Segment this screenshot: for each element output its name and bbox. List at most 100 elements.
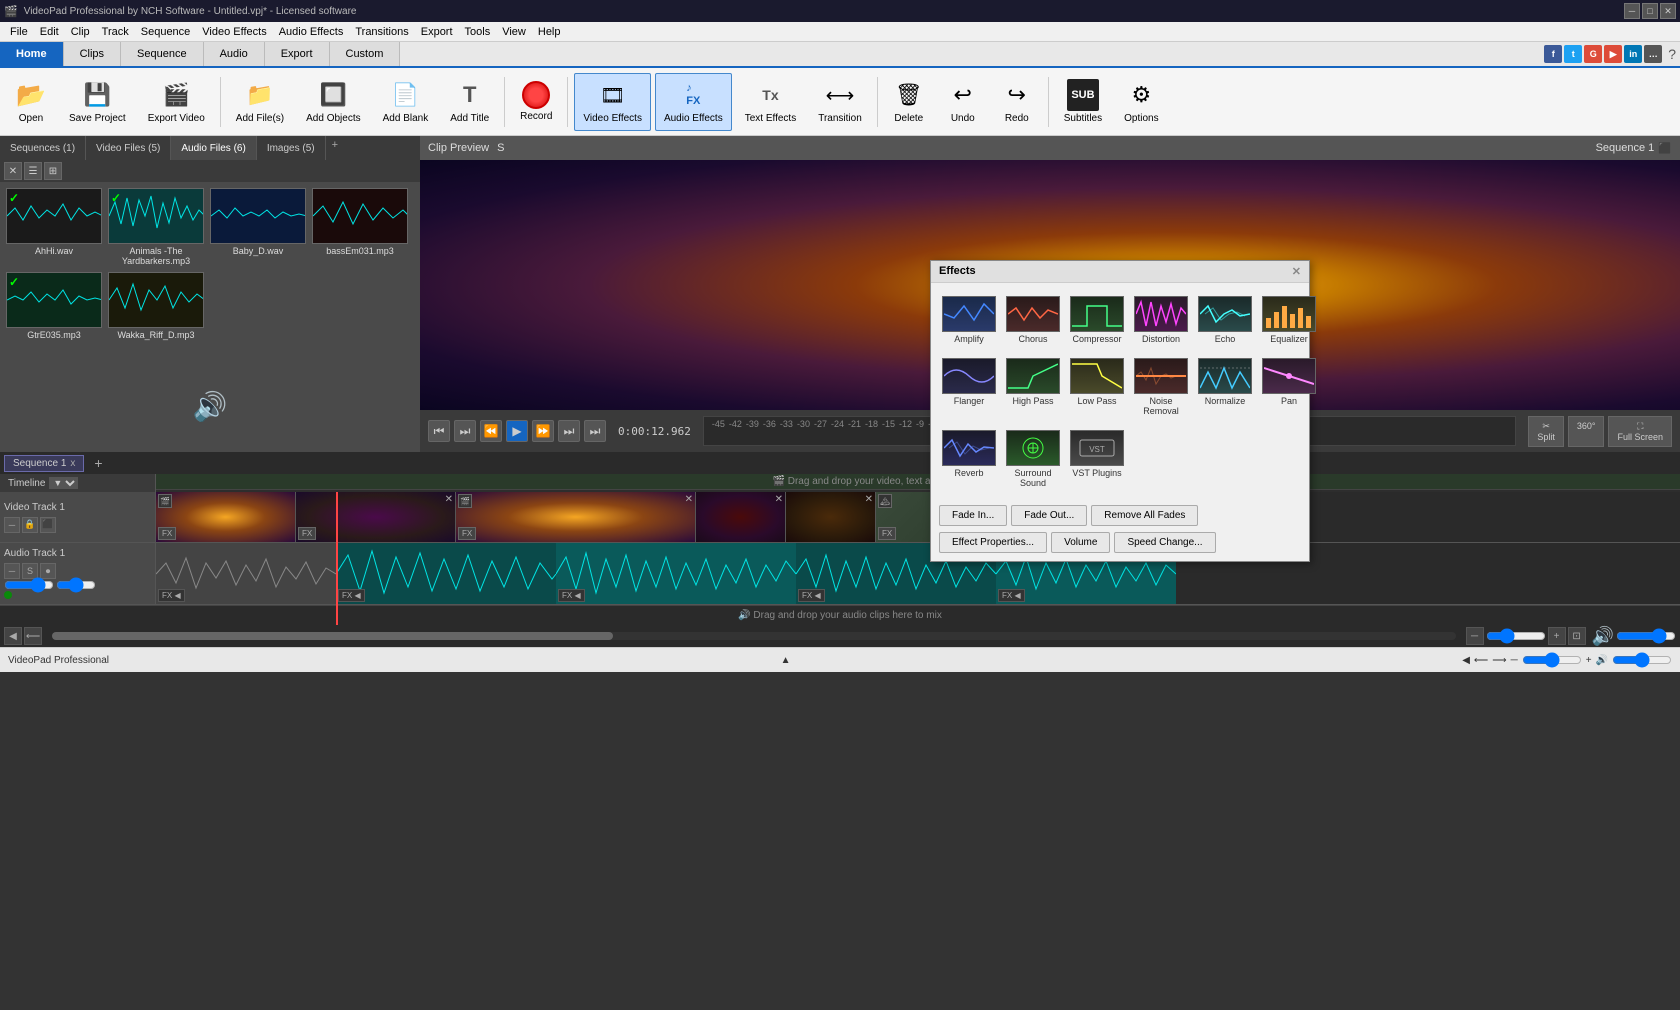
add-objects-button[interactable]: 🔲 Add Objects — [297, 73, 369, 131]
menu-sequence[interactable]: Sequence — [135, 24, 197, 40]
effect-high-pass[interactable]: High Pass — [1003, 353, 1063, 421]
full-screen-btn[interactable]: ⛶Full Screen — [1608, 416, 1672, 447]
options-button[interactable]: ⚙ Options — [1115, 73, 1167, 131]
menu-transitions[interactable]: Transitions — [349, 24, 414, 40]
redo-button[interactable]: ↪ Redo — [992, 73, 1042, 131]
audio-pan-slider[interactable] — [56, 581, 96, 589]
undo-button[interactable]: ↩ Undo — [938, 73, 988, 131]
aclip-1[interactable]: FX ◀ — [336, 543, 556, 604]
menu-edit[interactable]: Edit — [34, 24, 65, 40]
add-sequence-btn[interactable]: + — [88, 453, 108, 473]
tl-zoom-in-btn[interactable]: + — [1548, 627, 1566, 645]
twitter-btn[interactable]: t — [1564, 45, 1582, 63]
menu-audio-effects[interactable]: Audio Effects — [273, 24, 350, 40]
save-project-button[interactable]: 💾 Save Project — [60, 73, 135, 131]
video-mute-btn[interactable]: ─ — [4, 517, 20, 533]
fade-in-button[interactable]: Fade In... — [939, 505, 1007, 526]
vclip-4-del[interactable]: ✕ — [775, 494, 783, 505]
status-vol-slider[interactable] — [1612, 652, 1672, 668]
menu-view[interactable]: View — [496, 24, 532, 40]
effect-chorus[interactable]: Chorus — [1003, 291, 1063, 349]
linkedin-btn[interactable]: in — [1624, 45, 1642, 63]
status-back-btn[interactable]: ◀ — [1462, 655, 1470, 666]
status-zoom-slider[interactable] — [1522, 652, 1582, 668]
menu-clip[interactable]: Clip — [65, 24, 96, 40]
images-tab[interactable]: Images (5) — [257, 136, 326, 160]
effect-surround-sound[interactable]: Surround Sound — [1003, 425, 1063, 493]
skip-start-btn[interactable]: ⏮ — [428, 420, 450, 442]
seq-tab-1[interactable]: Sequence 1 x — [4, 455, 84, 472]
video-effects-button[interactable]: 🎞 Video Effects — [574, 73, 651, 131]
lp-delete-btn[interactable]: ✕ — [4, 162, 22, 180]
effect-amplify[interactable]: Amplify — [939, 291, 999, 349]
menu-video-effects[interactable]: Video Effects — [196, 24, 272, 40]
close-button[interactable]: ✕ — [1660, 3, 1676, 19]
tl-zoom-slider[interactable] — [1486, 632, 1546, 640]
effect-normalize[interactable]: Normalize — [1195, 353, 1255, 421]
seq-tab-close[interactable]: x — [70, 458, 75, 469]
tab-audio[interactable]: Audio — [204, 42, 265, 66]
effect-vst-plugins[interactable]: VST VST Plugins — [1067, 425, 1127, 493]
subtitles-button[interactable]: SUB Subtitles — [1055, 73, 1111, 131]
tab-sequence[interactable]: Sequence — [121, 42, 204, 66]
sequences-tab[interactable]: Sequences (1) — [0, 136, 86, 160]
add-blank-button[interactable]: 📄 Add Blank — [374, 73, 438, 131]
audio-volume-slider[interactable] — [4, 581, 54, 589]
fade-out-button[interactable]: Fade Out... — [1011, 505, 1087, 526]
skip-end-btn[interactable]: ⏭ — [584, 420, 606, 442]
facebook-btn[interactable]: f — [1544, 45, 1562, 63]
more-social-btn[interactable]: … — [1644, 45, 1662, 63]
export-video-button[interactable]: 🎬 Export Video — [139, 73, 214, 131]
effect-compressor[interactable]: Compressor — [1067, 291, 1127, 349]
effect-flanger[interactable]: Flanger — [939, 353, 999, 421]
tab-custom[interactable]: Custom — [330, 42, 401, 66]
rewind-btn[interactable]: ⏪ — [480, 420, 502, 442]
text-effects-button[interactable]: Tx Text Effects — [736, 73, 806, 131]
tl-scrollbar[interactable] — [52, 632, 1456, 640]
add-files-button[interactable]: 📁 Add File(s) — [227, 73, 293, 131]
tl-back-btn[interactable]: ◀ — [4, 627, 22, 645]
menu-export[interactable]: Export — [415, 24, 459, 40]
file-item-ahi[interactable]: ✓ AhHi.wav — [6, 188, 102, 266]
vclip-5[interactable]: ✕ — [786, 492, 876, 542]
prev-frame-btn[interactable]: ⏭ — [454, 420, 476, 442]
help-icon[interactable]: ? — [1668, 46, 1676, 62]
effect-distortion[interactable]: Distortion — [1131, 291, 1191, 349]
effect-low-pass[interactable]: Low Pass — [1067, 353, 1127, 421]
aclip-pre[interactable]: FX ◀ — [156, 543, 336, 604]
speed-change-button[interactable]: Speed Change... — [1114, 532, 1215, 553]
effect-echo[interactable]: Echo — [1195, 291, 1255, 349]
youtube-btn[interactable]: ▶ — [1604, 45, 1622, 63]
tab-home[interactable]: Home — [0, 42, 64, 66]
file-item-gtre[interactable]: ✓ GtrE035.mp3 — [6, 272, 102, 340]
vclip-4[interactable]: ✕ — [696, 492, 786, 542]
tab-export[interactable]: Export — [265, 42, 330, 66]
record-button[interactable]: Record — [511, 73, 561, 131]
effects-close-btn[interactable]: ✕ — [1292, 265, 1301, 278]
effect-noise-removal[interactable]: Noise Removal — [1131, 353, 1191, 421]
vclip-1[interactable]: 🎬 FX — [156, 492, 296, 542]
minimize-button[interactable]: ─ — [1624, 3, 1640, 19]
remove-all-fades-button[interactable]: Remove All Fades — [1091, 505, 1198, 526]
add-panel-tab[interactable]: + — [326, 136, 344, 160]
status-scroll-right[interactable]: ⟶ — [1492, 655, 1506, 666]
aclip-2[interactable]: FX ◀ — [556, 543, 796, 604]
google-btn[interactable]: G — [1584, 45, 1602, 63]
file-item-animals[interactable]: ✓ Animals -The Yardbarkers.mp3 — [108, 188, 204, 266]
menu-track[interactable]: Track — [96, 24, 135, 40]
tl-scroll-btn[interactable]: ⟵ — [24, 627, 42, 645]
tl-volume-icon[interactable]: 🔊 — [1592, 626, 1614, 647]
status-zoom-in[interactable]: + — [1586, 655, 1592, 666]
menu-help[interactable]: Help — [532, 24, 567, 40]
volume-button[interactable]: Volume — [1051, 532, 1110, 553]
effect-reverb[interactable]: Reverb — [939, 425, 999, 493]
play-btn[interactable]: ▶ — [506, 420, 528, 442]
tl-fit-btn[interactable]: ⊡ — [1568, 627, 1586, 645]
maximize-button[interactable]: □ — [1642, 3, 1658, 19]
lp-list-btn[interactable]: ☰ — [24, 162, 42, 180]
effect-equalizer[interactable]: Equalizer — [1259, 291, 1319, 349]
file-item-bassem[interactable]: bassEm031.mp3 — [312, 188, 408, 266]
menu-tools[interactable]: Tools — [459, 24, 497, 40]
tab-clips[interactable]: Clips — [64, 42, 121, 66]
file-item-baby[interactable]: Baby_D.wav — [210, 188, 306, 266]
